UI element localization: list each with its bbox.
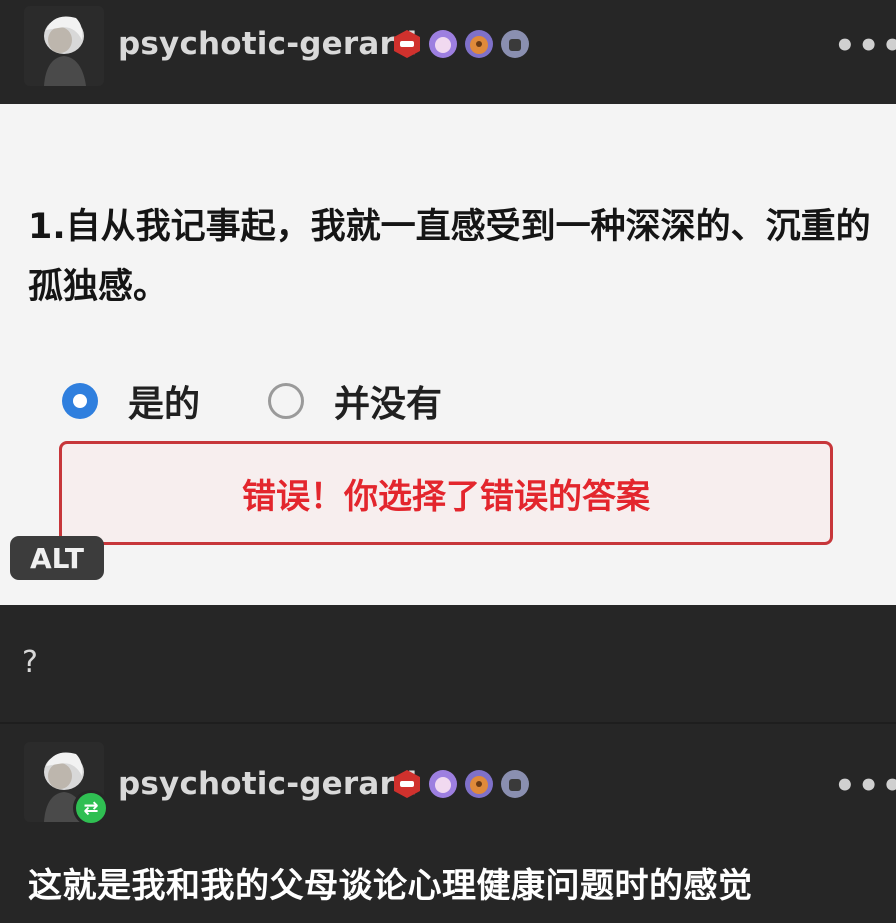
- reblog-more-options-icon[interactable]: •••: [834, 769, 896, 803]
- error-box: 错误！你选择了错误的答案: [59, 441, 833, 545]
- radio-unchecked-icon[interactable]: [268, 383, 304, 419]
- username[interactable]: psychotic-gerard: [118, 26, 417, 62]
- hexagon-badge-icon[interactable]: [392, 29, 422, 59]
- reblog-username[interactable]: psychotic-gerard: [118, 766, 417, 802]
- post-header: psychotic-gerard •••: [0, 0, 896, 104]
- purple-badge-icon[interactable]: [428, 29, 458, 59]
- post-caption: ?: [22, 645, 38, 680]
- radio-checked-icon[interactable]: [62, 383, 98, 419]
- reblog-comment: 这就是我和我的父母谈论心理健康问题时的感觉: [28, 866, 753, 906]
- error-message: 错误！你选择了错误的答案: [242, 476, 650, 517]
- badge-row: [392, 29, 530, 59]
- quiz-question: 1.自从我记事起，我就一直感受到一种深深的、沉重的孤独感。: [28, 207, 871, 307]
- divider: [0, 722, 896, 724]
- orange-badge-icon[interactable]: [464, 769, 494, 799]
- purple-badge-icon[interactable]: [428, 769, 458, 799]
- avatar[interactable]: [24, 6, 104, 86]
- gray-badge-icon[interactable]: [500, 29, 530, 59]
- avatar-image: [24, 6, 104, 86]
- orange-badge-icon[interactable]: [464, 29, 494, 59]
- option-no-label: 并没有: [334, 384, 443, 425]
- hexagon-badge-icon[interactable]: [392, 769, 422, 799]
- post-image[interactable]: 1.自从我记事起，我就一直感受到一种深深的、沉重的孤独感。 是的 并没有 错误！…: [0, 104, 896, 605]
- alt-text-button[interactable]: ALT: [10, 536, 104, 580]
- reblog-badge-row: [392, 769, 530, 799]
- option-no[interactable]: 并没有: [268, 375, 442, 427]
- more-options-icon[interactable]: •••: [834, 29, 896, 63]
- option-yes-label: 是的: [128, 384, 201, 425]
- reblog-icon: ⇄: [73, 790, 109, 826]
- option-yes[interactable]: 是的: [62, 375, 200, 427]
- gray-badge-icon[interactable]: [500, 769, 530, 799]
